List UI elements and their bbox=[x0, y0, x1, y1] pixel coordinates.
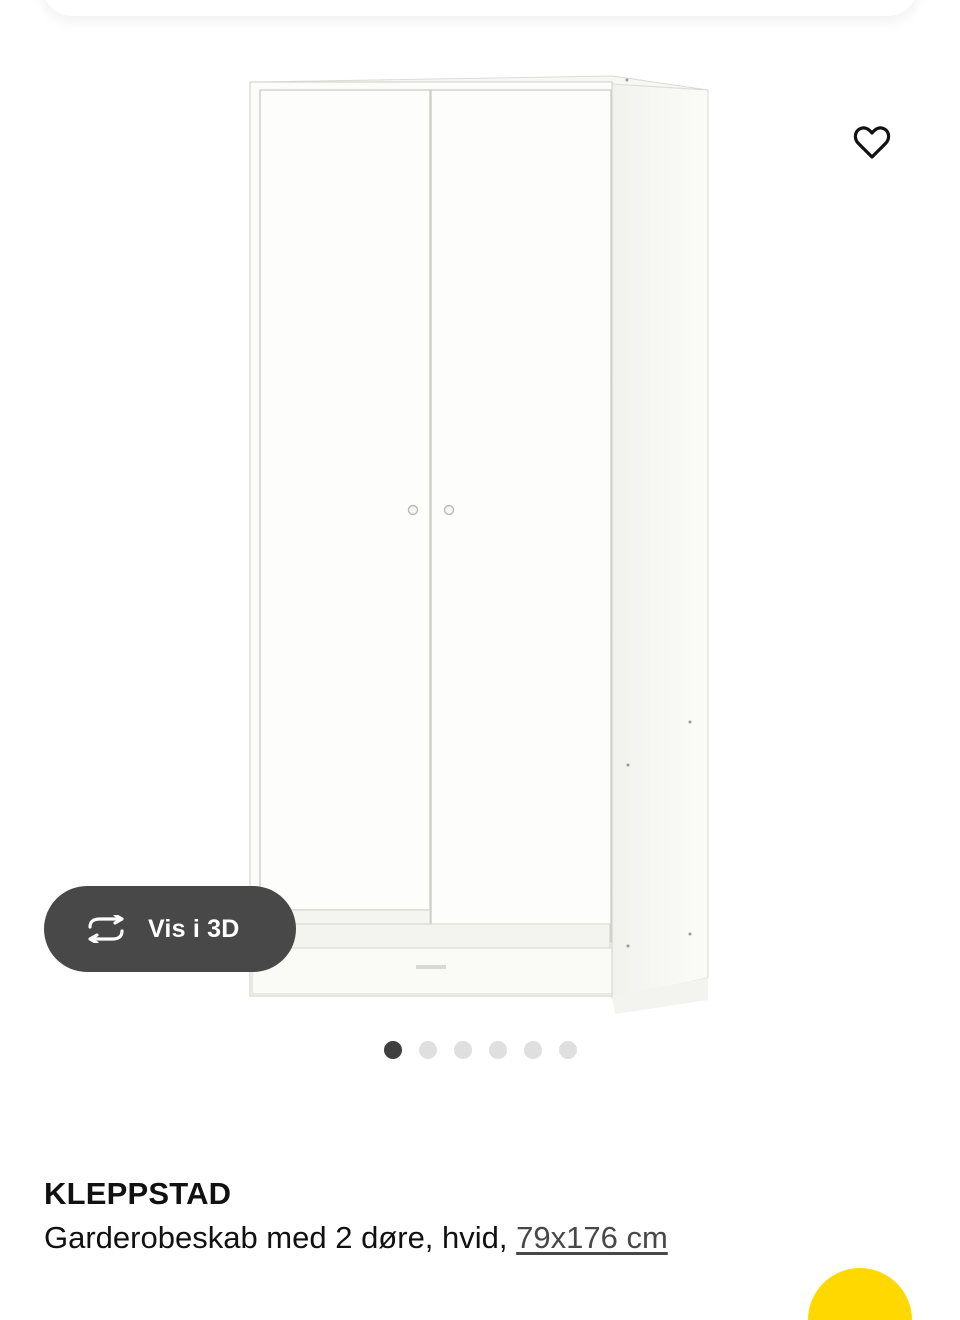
product-size-link[interactable]: 79x176 cm bbox=[516, 1220, 668, 1255]
rotate-3d-icon bbox=[82, 914, 130, 944]
product-info: KLEPPSTAD Garderobeskab med 2 døre, hvid… bbox=[44, 1174, 924, 1258]
product-gallery[interactable]: Vis i 3D bbox=[0, 0, 960, 1090]
wardrobe-image bbox=[249, 75, 709, 1014]
view-3d-button[interactable]: Vis i 3D bbox=[44, 886, 296, 972]
product-description-line: Garderobeskab med 2 døre, hvid, 79x176 c… bbox=[44, 1218, 924, 1258]
carousel-dots bbox=[0, 1041, 960, 1061]
carousel-dot[interactable] bbox=[453, 1041, 472, 1059]
product-name: KLEPPSTAD bbox=[44, 1176, 232, 1211]
carousel-dot[interactable] bbox=[523, 1041, 542, 1059]
carousel-dot[interactable] bbox=[383, 1041, 402, 1059]
product-description: Garderobeskab med 2 døre, hvid, bbox=[44, 1220, 517, 1255]
carousel-dot[interactable] bbox=[558, 1041, 577, 1059]
carousel-dot[interactable] bbox=[488, 1041, 507, 1059]
carousel-dot[interactable] bbox=[418, 1041, 437, 1059]
yellow-action-button[interactable] bbox=[808, 1268, 912, 1320]
heart-outline-icon bbox=[853, 126, 891, 159]
favorite-button[interactable] bbox=[846, 116, 898, 168]
view-3d-label: Vis i 3D bbox=[148, 914, 240, 943]
